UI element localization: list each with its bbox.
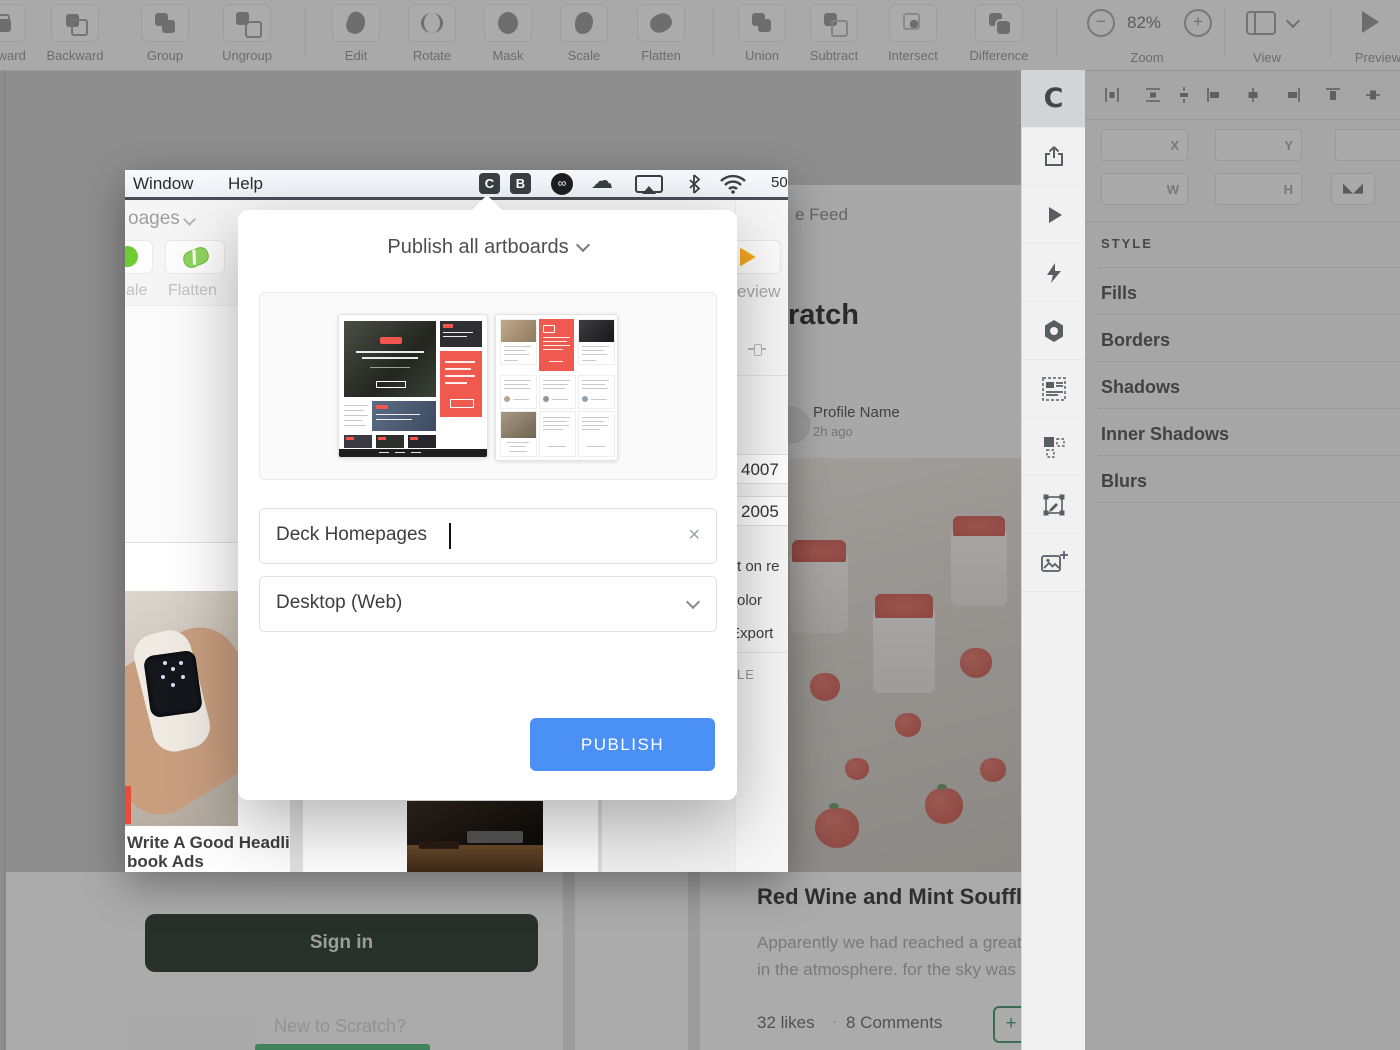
craft-logo-icon[interactable]: C: [1022, 70, 1085, 128]
artboard-name-value: Deck Homepages: [276, 524, 427, 546]
card-title-line1: Write A Good Headline: [127, 833, 310, 853]
inner-resize-label: t on re: [737, 558, 780, 575]
scale-button-label: ale: [126, 282, 147, 300]
inner-preview-label: eview: [737, 282, 780, 302]
menu-help[interactable]: Help: [228, 174, 263, 194]
inner-color-label: olor: [737, 592, 762, 609]
desk-photo: [407, 801, 543, 872]
card-red-tag: [125, 786, 131, 824]
add-image-icon[interactable]: [1022, 534, 1085, 592]
inner-x-field[interactable]: 4007: [735, 454, 788, 484]
flatten-tool-icon: [181, 245, 211, 271]
nut-icon[interactable]: [1022, 302, 1085, 360]
cloud-icon[interactable]: ☁: [591, 170, 613, 194]
card-title-line2: book Ads: [127, 852, 204, 872]
creative-cloud-icon[interactable]: ∞: [551, 173, 573, 195]
slider-icon[interactable]: [748, 348, 766, 350]
battery-percent: 50%: [771, 174, 788, 191]
cards-grid-artboard[interactable]: [495, 314, 618, 461]
menu-window[interactable]: Window: [133, 174, 193, 194]
macos-menubar: Window Help C B ∞ ☁ 50%: [125, 170, 788, 200]
artboard-name-input[interactable]: Deck Homepages ×: [259, 508, 717, 564]
flatten-button[interactable]: [165, 240, 225, 274]
pages-chevron-icon: [183, 213, 196, 226]
share-icon[interactable]: [1022, 128, 1085, 186]
airplay-icon[interactable]: [635, 175, 663, 193]
desktop-homepage-artboard[interactable]: [338, 314, 488, 458]
b-app-icon[interactable]: B: [510, 173, 531, 194]
select-chevron-icon: [686, 595, 700, 609]
platform-value: Desktop (Web): [276, 592, 402, 614]
screen: Forward Backward Group Ungroup Edit Ro: [0, 0, 1400, 1050]
flatten-button-label: Flatten: [168, 282, 217, 300]
lightning-icon[interactable]: [1022, 244, 1085, 302]
scale-button[interactable]: [125, 240, 153, 274]
title-chevron-icon: [576, 238, 590, 252]
edit-frame-icon[interactable]: [1022, 476, 1085, 534]
scale-tool-icon: [125, 246, 138, 267]
publish-dialog: Publish all artboards: [238, 210, 737, 800]
craft-panel-toolbar: C: [1021, 70, 1085, 1050]
watch-photo: [125, 591, 238, 826]
duplicate-icon[interactable]: [1022, 418, 1085, 476]
platform-select[interactable]: Desktop (Web): [259, 576, 717, 632]
inner-style-label: LE: [737, 667, 755, 682]
wifi-icon[interactable]: [719, 174, 747, 194]
inner-preview-icon: [740, 248, 755, 266]
publish-button[interactable]: PUBLISH: [530, 718, 715, 771]
craft-menu-icon[interactable]: C: [479, 173, 500, 194]
play-icon[interactable]: [1022, 186, 1085, 244]
clear-input-icon[interactable]: ×: [688, 524, 700, 547]
artboard-thumbnails-box: [259, 292, 717, 480]
pages-dropdown[interactable]: oages: [128, 208, 194, 230]
bluetooth-icon[interactable]: [686, 173, 702, 195]
text-caret: [449, 523, 451, 549]
publish-scope-dropdown[interactable]: Publish all artboards: [238, 236, 737, 259]
inner-y-field[interactable]: 2005: [735, 496, 788, 526]
content-panel-icon[interactable]: [1022, 360, 1085, 418]
inner-preview-button[interactable]: [733, 240, 781, 274]
